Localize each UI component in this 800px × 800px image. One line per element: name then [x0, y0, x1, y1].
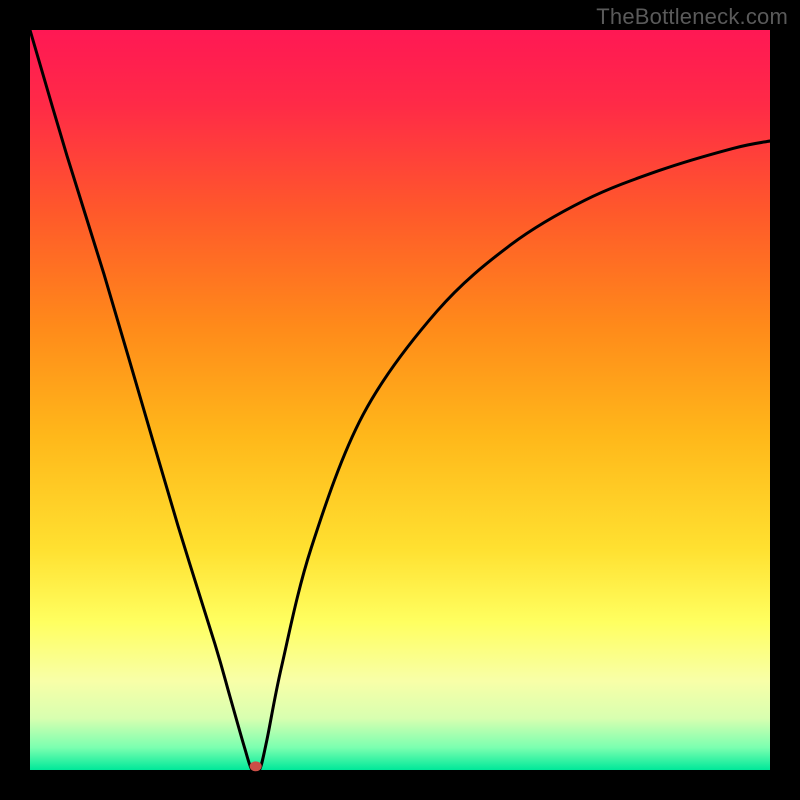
watermark-text: TheBottleneck.com	[596, 4, 788, 30]
minimum-marker	[250, 761, 262, 771]
bottleneck-chart	[0, 0, 800, 800]
chart-container: TheBottleneck.com	[0, 0, 800, 800]
